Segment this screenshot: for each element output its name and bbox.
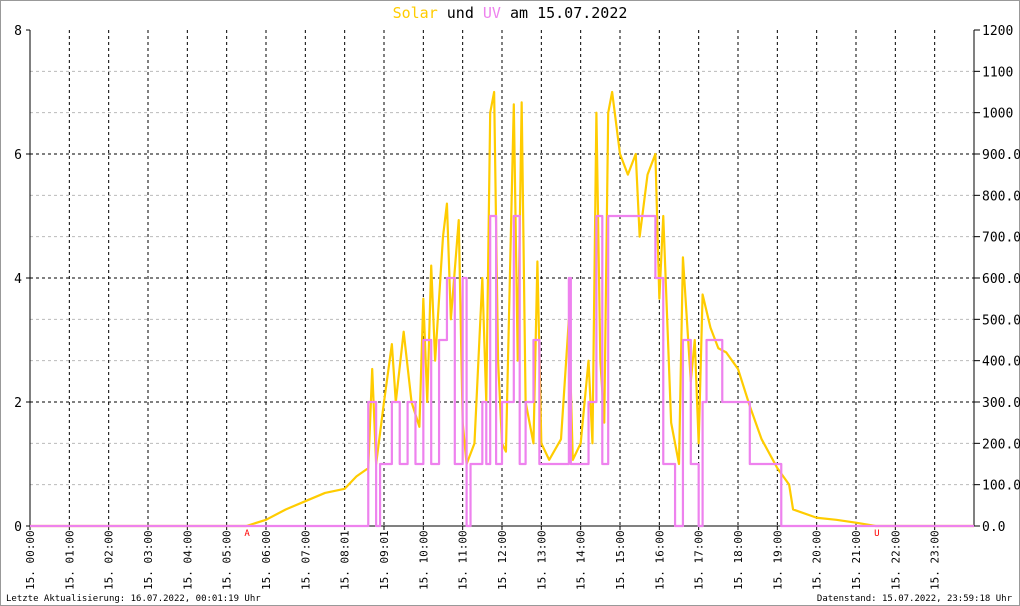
x-tick-label: 15. 16:00 [653,530,666,590]
x-tick-label: 15. 01:00 [63,530,76,590]
x-tick-label: 15. 22:00 [889,530,902,590]
chart-svg: 0.0100.0200.0300.0400.0500.0600.0700.080… [14,24,1020,590]
marker-u: U [874,529,879,539]
x-tick-label: 15. 14:00 [575,530,588,590]
x-tick-label: 15. 10:00 [417,530,430,590]
series-line-uv [30,214,974,528]
y-right-tick-label: 100.0 [982,479,1020,494]
x-tick-label: 15. 09:01 [378,530,391,590]
x-tick-label: 15. 21:00 [850,530,863,590]
x-tick-label: 15. 00:00 [24,530,37,590]
y-right-tick-label: 1200 [982,24,1013,39]
marker-a: A [244,529,250,539]
x-tick-label: 15. 02:00 [103,530,116,590]
x-tick-label: 15. 06:00 [260,530,273,590]
x-tick-label: 15. 18:00 [732,530,745,590]
y-right-tick-label: 200.0 [982,437,1020,452]
x-tick-label: 15. 04:00 [181,530,194,590]
x-tick-label: 15. 05:00 [221,530,234,590]
x-tick-label: 15. 08:01 [339,530,352,590]
x-tick-label: 15. 17:00 [693,530,706,590]
y-right-tick-label: 700.0 [982,231,1020,246]
footer-data-state: Datenstand: 15.07.2022, 23:59:18 Uhr [816,594,1012,604]
y-left-tick-label: 0 [14,520,22,535]
y-right-tick-label: 1100 [982,65,1013,80]
y-left-tick-label: 6 [14,148,22,163]
x-tick-label: 15. 03:00 [142,530,155,590]
y-right-tick-label: 400.0 [982,355,1020,370]
x-tick-label: 15. 12:00 [496,530,509,590]
y-right-tick-label: 900.0 [982,148,1020,163]
y-left-tick-label: 2 [14,396,22,411]
y-left-tick-label: 4 [14,272,22,287]
y-right-tick-label: 0.0 [982,520,1005,535]
x-tick-label: 15. 15:00 [614,530,627,590]
x-tick-label: 15. 13:00 [535,530,548,590]
y-right-tick-label: 300.0 [982,396,1020,411]
y-right-tick-label: 500.0 [982,313,1020,328]
y-right-tick-label: 800.0 [982,189,1020,204]
y-right-tick-label: 600.0 [982,272,1020,287]
y-right-tick-label: 1000 [982,107,1013,122]
x-tick-label: 15. 07:00 [299,530,312,590]
y-left-tick-label: 8 [14,24,22,39]
x-tick-label: 15. 20:00 [811,530,824,590]
x-tick-label: 15. 19:00 [771,530,784,590]
footer-last-update: Letzte Aktualisierung: 16.07.2022, 00:01… [6,594,261,604]
x-tick-label: 15. 23:00 [929,530,942,590]
x-tick-label: 15. 11:00 [457,530,470,590]
